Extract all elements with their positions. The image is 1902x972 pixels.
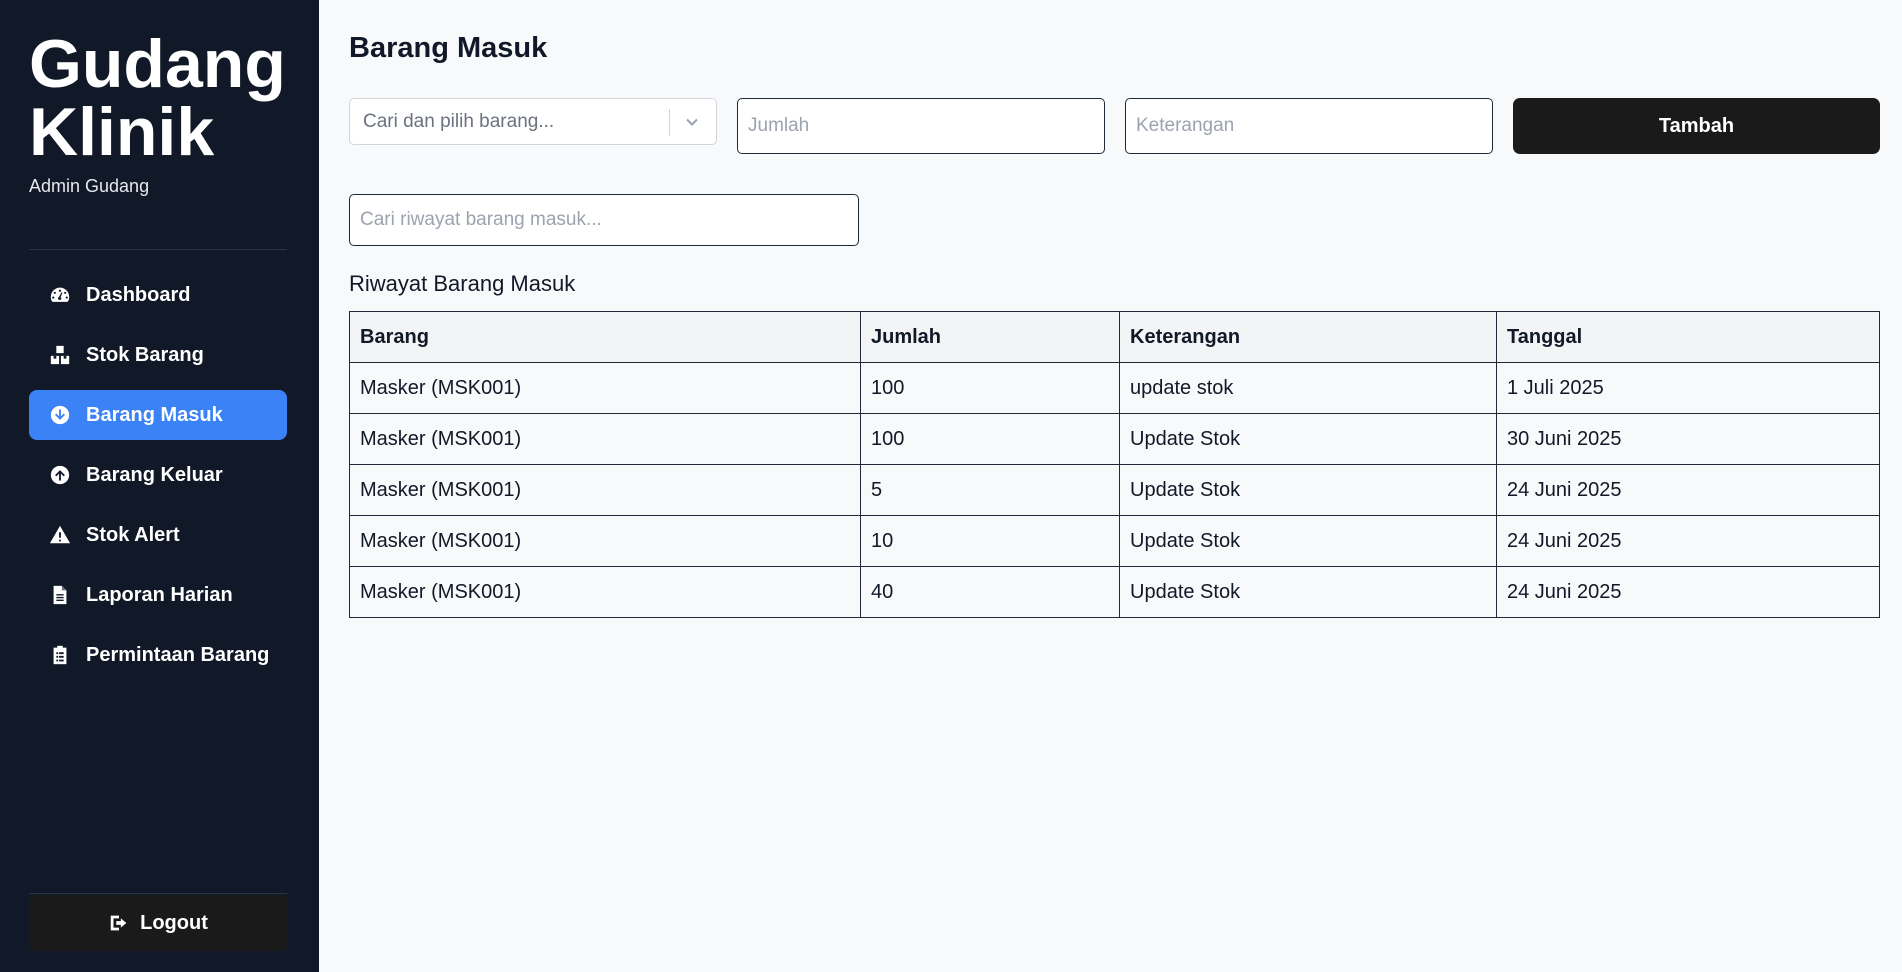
column-header-keterangan: Keterangan [1119, 311, 1497, 363]
table-row: Masker (MSK001) 5 Update Stok 24 Juni 20… [349, 464, 1880, 516]
table-row: Masker (MSK001) 100 Update Stok 30 Juni … [349, 413, 1880, 465]
cell-jumlah: 40 [860, 566, 1120, 618]
dashboard-icon [48, 283, 72, 307]
cell-barang: Masker (MSK001) [349, 464, 861, 516]
sidebar-item-label: Laporan Harian [86, 583, 233, 606]
document-icon [48, 583, 72, 607]
table-row: Masker (MSK001) 40 Update Stok 24 Juni 2… [349, 566, 1880, 618]
column-header-tanggal: Tanggal [1496, 311, 1880, 363]
item-select[interactable]: Cari dan pilih barang... [349, 98, 717, 145]
cell-keterangan: Update Stok [1119, 464, 1497, 516]
logout-divider [29, 893, 287, 894]
cell-keterangan: update stok [1119, 362, 1497, 414]
table-header-row: Barang Jumlah Keterangan Tanggal [349, 311, 1880, 363]
sidebar-item-barang-masuk[interactable]: Barang Masuk [29, 390, 287, 440]
sidebar-item-label: Barang Masuk [86, 403, 223, 426]
brand-title-line2: Klinik [29, 94, 215, 170]
cell-tanggal: 24 Juni 2025 [1496, 464, 1880, 516]
arrow-circle-down-icon [48, 403, 72, 427]
table-row: Masker (MSK001) 10 Update Stok 24 Juni 2… [349, 515, 1880, 567]
sidebar-item-label: Stok Barang [86, 343, 204, 366]
sidebar-item-label: Stok Alert [86, 523, 180, 546]
keterangan-input[interactable] [1125, 98, 1493, 154]
column-header-barang: Barang [349, 311, 861, 363]
select-separator [669, 109, 670, 136]
cell-jumlah: 10 [860, 515, 1120, 567]
history-table: Barang Jumlah Keterangan Tanggal Masker … [349, 311, 1880, 618]
logout-button[interactable]: Logout [29, 895, 287, 951]
jumlah-input[interactable] [737, 98, 1105, 154]
cell-barang: Masker (MSK001) [349, 515, 861, 567]
cell-keterangan: Update Stok [1119, 413, 1497, 465]
cell-keterangan: Update Stok [1119, 566, 1497, 618]
sidebar: Gudang Klinik Admin Gudang Dashboard Sto… [0, 0, 319, 972]
logout-icon [110, 915, 127, 931]
column-header-jumlah: Jumlah [860, 311, 1120, 363]
chevron-down-icon[interactable] [682, 112, 702, 132]
cell-barang: Masker (MSK001) [349, 413, 861, 465]
user-role: Admin Gudang [29, 176, 150, 196]
sidebar-item-stok-alert[interactable]: Stok Alert [29, 510, 287, 560]
page-title: Barang Masuk [349, 32, 548, 64]
sidebar-item-label: Permintaan Barang [86, 643, 270, 666]
section-title: Riwayat Barang Masuk [349, 271, 576, 296]
cell-tanggal: 1 Juli 2025 [1496, 362, 1880, 414]
sidebar-item-dashboard[interactable]: Dashboard [29, 270, 287, 320]
cell-jumlah: 5 [860, 464, 1120, 516]
app: Gudang Klinik Admin Gudang Dashboard Sto… [0, 0, 1902, 972]
sidebar-item-label: Barang Keluar [86, 463, 223, 486]
clipboard-icon [48, 643, 72, 667]
history-search-input[interactable] [349, 194, 859, 246]
cell-jumlah: 100 [860, 413, 1120, 465]
sidebar-item-stok-barang[interactable]: Stok Barang [29, 330, 287, 380]
main-content: Barang Masuk Cari dan pilih barang... Ta… [319, 0, 1902, 972]
cell-tanggal: 24 Juni 2025 [1496, 566, 1880, 618]
brand: Gudang Klinik Admin Gudang [29, 30, 286, 197]
warning-icon [48, 523, 72, 547]
sidebar-item-label: Dashboard [86, 283, 191, 306]
cell-jumlah: 100 [860, 362, 1120, 414]
cell-tanggal: 24 Juni 2025 [1496, 515, 1880, 567]
cell-tanggal: 30 Juni 2025 [1496, 413, 1880, 465]
cell-barang: Masker (MSK001) [349, 362, 861, 414]
arrow-circle-up-icon [48, 463, 72, 487]
sidebar-item-permintaan-barang[interactable]: Permintaan Barang [29, 630, 287, 680]
tambah-button[interactable]: Tambah [1513, 98, 1880, 154]
sidebar-divider [29, 249, 287, 250]
brand-title-line1: Gudang [29, 26, 286, 102]
table-row: Masker (MSK001) 100 update stok 1 Juli 2… [349, 362, 1880, 414]
cell-keterangan: Update Stok [1119, 515, 1497, 567]
item-select-placeholder: Cari dan pilih barang... [363, 110, 555, 132]
logout-label: Logout [140, 911, 208, 934]
boxes-icon [48, 343, 72, 367]
sidebar-nav: Dashboard Stok Barang Barang Masuk Baran… [29, 270, 287, 690]
sidebar-item-laporan-harian[interactable]: Laporan Harian [29, 570, 287, 620]
sidebar-item-barang-keluar[interactable]: Barang Keluar [29, 450, 287, 500]
cell-barang: Masker (MSK001) [349, 566, 861, 618]
